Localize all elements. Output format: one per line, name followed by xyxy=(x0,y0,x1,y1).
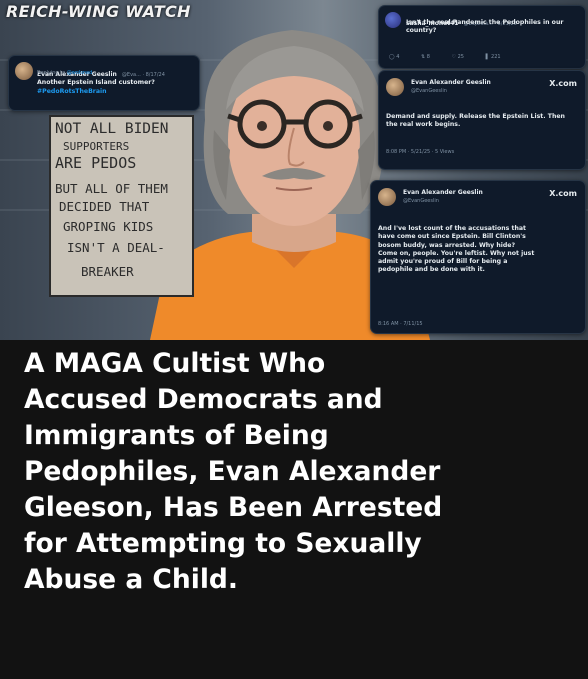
tweet-card-middle-right: Evan Alexander Geeslin @EvanGeeslin X.co… xyxy=(378,70,586,170)
avatar xyxy=(378,188,396,206)
headline-line: Accused Democrats and xyxy=(24,384,383,415)
avatar xyxy=(386,78,404,96)
tweet-text-line: pedophile and be done with it. xyxy=(378,266,485,274)
headline: A MAGA Cultist Who Accused Democrats and… xyxy=(24,346,580,598)
tweet-card-top-right: sasha_monet41 @Liquidla... · 5/21/25 Isn… xyxy=(378,5,586,69)
sign-line: BUT ALL OF THEM xyxy=(55,181,168,196)
protest-sign: NOT ALL BIDEN SUPPORTERS ARE PEDOS BUT A… xyxy=(49,115,194,297)
tweet-timestamp: 8:16 AM · 7/11/15 xyxy=(378,321,423,327)
tweet-text-line: admit you're proud of Bill for being a xyxy=(378,258,508,266)
headline-line: Abuse a Child. xyxy=(24,564,238,595)
replying-prefix: Replying to xyxy=(37,70,67,76)
tweet-author-name: Evan Alexander Geeslin xyxy=(403,189,483,196)
brand-watermark: REICH-WING WATCH xyxy=(6,2,191,21)
headline-line: Immigrants of Being xyxy=(24,420,329,451)
tweet-text-line: Come on, people. You're leftist. Why not… xyxy=(378,249,535,257)
retweet-action[interactable]: ⇅ 8 xyxy=(421,54,440,60)
views-action[interactable]: ▌ 221 xyxy=(486,54,511,60)
tweet-text-line: have come out since Epstein. Bill Clinto… xyxy=(378,233,526,241)
reply-action[interactable]: ◯ 4 xyxy=(389,54,409,60)
headline-line: Pedophiles, Evan Alexander xyxy=(24,456,441,487)
like-action[interactable]: ♡ 25 xyxy=(452,54,474,60)
tweet-actions: ◯ 4 ⇅ 8 ♡ 25 ▌ 221 xyxy=(389,54,521,60)
tweet-text-line: And I've lost count of the accusations t… xyxy=(378,225,527,232)
sign-line: GROPING KIDS xyxy=(63,219,154,234)
tweet-handle: @EvanGeeslin xyxy=(403,198,439,204)
sign-line: SUPPORTERS xyxy=(63,140,130,153)
tweet-timestamp: 8:08 PM · 5/21/25 · 5 Views xyxy=(386,149,455,155)
reply-count: 4 xyxy=(396,54,400,60)
sign-line: ISN'T A DEAL- xyxy=(67,240,165,255)
sign-line: ARE PEDOS xyxy=(55,154,137,172)
replying-handle-link[interactable]: @wolsned xyxy=(67,70,93,76)
tweet-handle: @EvanGeeslin xyxy=(411,88,447,94)
tweet-text-line: bosom buddy, was arrested. Why hide? xyxy=(378,241,516,249)
sign-line: NOT ALL BIDEN xyxy=(55,121,169,137)
headline-line: Gleeson, Has Been Arrested xyxy=(24,492,443,523)
avatar xyxy=(385,12,401,28)
sign-line: BREAKER xyxy=(81,264,134,279)
tweet-handle-date: @Eva... · 8/17/24 xyxy=(121,72,165,78)
view-count: 221 xyxy=(491,54,501,60)
retweet-count: 8 xyxy=(426,54,430,60)
sign-line: DECIDED THAT xyxy=(59,199,150,214)
tweet-text: Another Epstein Island customer? xyxy=(37,79,155,86)
x-com-label: X.com xyxy=(549,79,577,88)
tweet-text: And I've lost count of the accusations t… xyxy=(378,225,534,275)
tweet-text: Demand and supply. Release the Epstein L… xyxy=(386,113,565,129)
tweet-card-left: Evan Alexander Geeslin @Eva... · 8/17/24… xyxy=(8,55,200,111)
headline-line: A MAGA Cultist Who xyxy=(24,348,326,379)
tweet-text: Isn't the real Pandemic the Pedophiles i… xyxy=(406,19,564,35)
like-count: 25 xyxy=(457,54,464,60)
tweet-author-name: Evan Alexander Geeslin xyxy=(411,79,491,86)
replying-to: Replying to @wolsned xyxy=(37,70,92,76)
headline-line: for Attempting to Sexually xyxy=(24,528,422,559)
x-com-label: X.com xyxy=(549,189,577,198)
hashtag-link[interactable]: #PedoRotsTheBrain xyxy=(37,88,107,96)
tweet-card-bottom-right: Evan Alexander Geeslin @EvanGeeslin X.co… xyxy=(370,180,586,334)
avatar xyxy=(15,62,33,80)
